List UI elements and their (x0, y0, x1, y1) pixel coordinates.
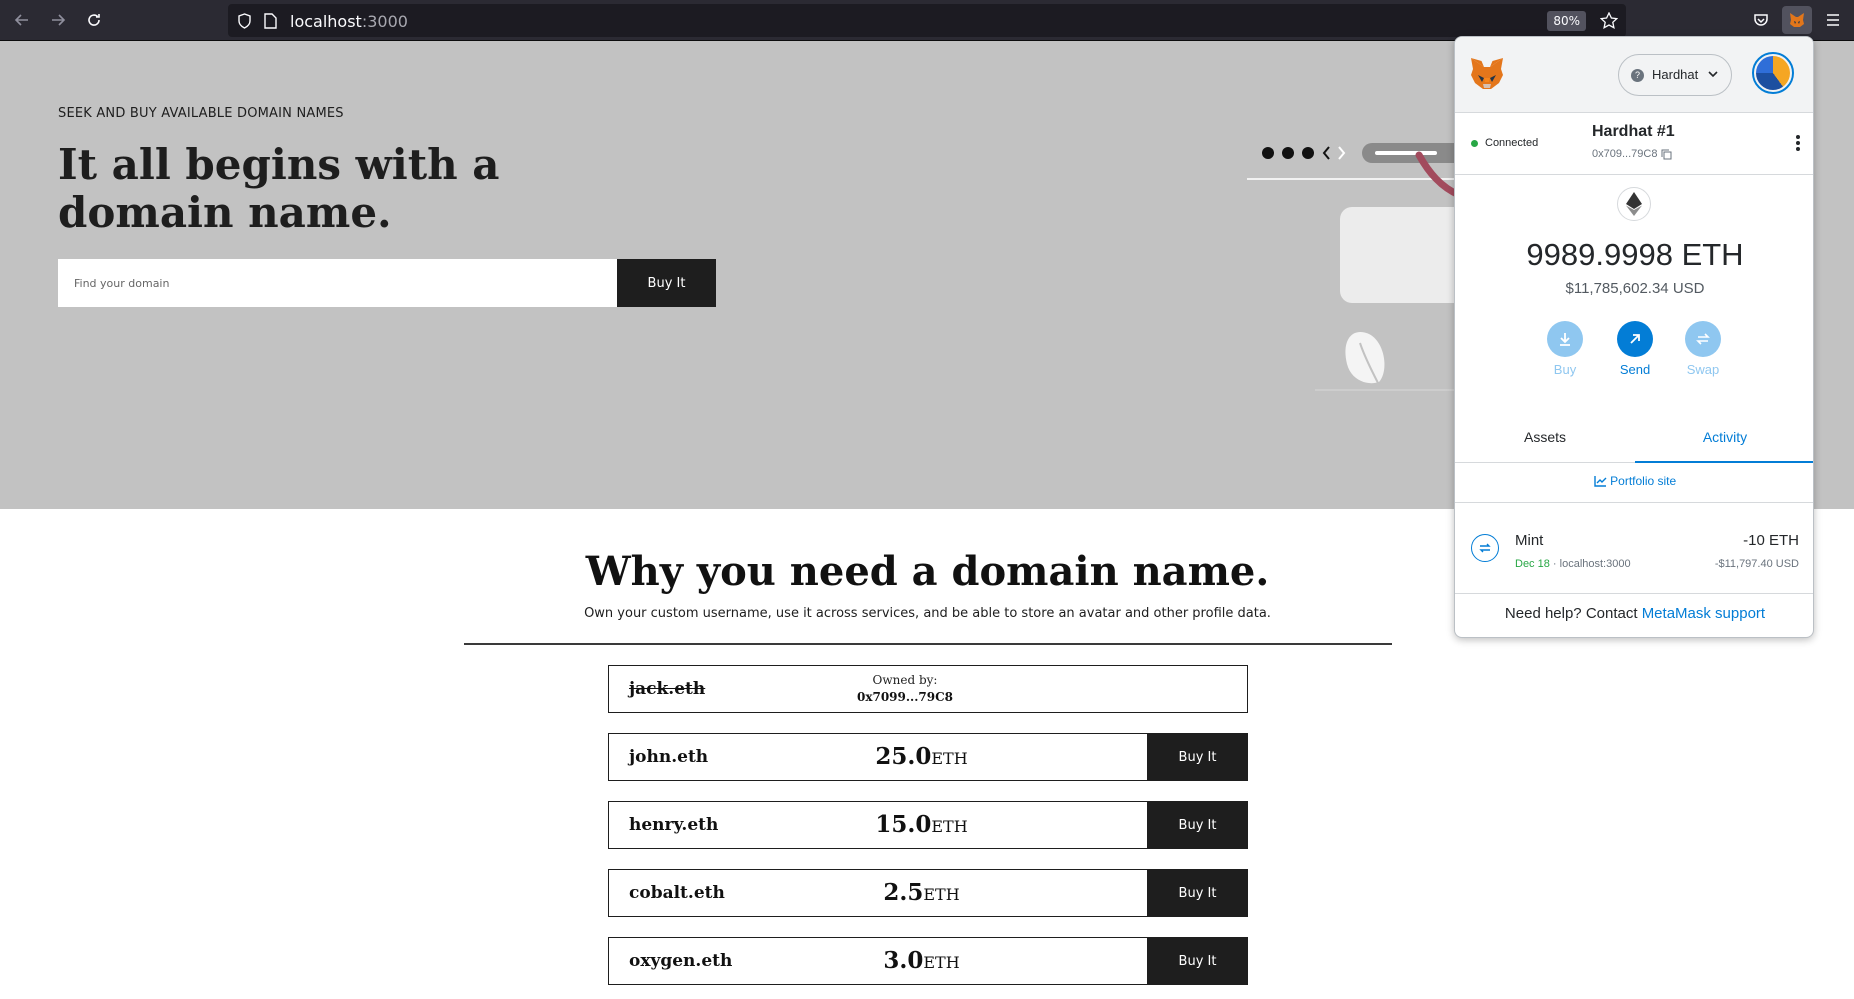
tab-activity[interactable]: Activity (1635, 417, 1813, 463)
transaction-meta: Dec 18 · localhost:3000 (1515, 558, 1631, 570)
buy-action-button[interactable]: Buy (1535, 321, 1595, 377)
domain-name: oxygen.eth (629, 951, 733, 971)
network-label: Hardhat (1652, 67, 1699, 82)
metamask-extension-button[interactable] (1782, 6, 1812, 34)
chart-icon (1594, 475, 1607, 487)
copy-icon (1661, 149, 1671, 160)
url-bar[interactable]: localhost:3000 80% (228, 4, 1626, 37)
transaction-row[interactable]: Mint Dec 18 · localhost:3000 -10 ETH -$1… (1455, 512, 1813, 594)
network-unknown-icon: ? (1631, 69, 1644, 82)
domain-row: john.eth 25.0ETH Buy It (608, 733, 1248, 781)
account-name: Hardhat #1 (1592, 123, 1675, 140)
page-icon (264, 13, 277, 29)
domain-price: 3.0ETH (883, 947, 960, 974)
account-address[interactable]: 0x709...79C8 (1592, 148, 1672, 160)
url-text: localhost:3000 (290, 12, 408, 31)
chevron-down-icon (1708, 71, 1718, 78)
back-button[interactable] (7, 6, 37, 34)
send-action-button[interactable]: Send (1605, 321, 1665, 377)
domain-row: cobalt.eth 2.5ETH Buy It (608, 869, 1248, 917)
pocket-button[interactable] (1746, 6, 1776, 34)
swap-action-label: Swap (1686, 362, 1720, 377)
send-action-label: Send (1619, 362, 1651, 377)
transaction-type-icon (1471, 534, 1499, 562)
domain-row: oxygen.eth 3.0ETH Buy It (608, 937, 1248, 985)
domain-price: 15.0ETH (875, 811, 968, 838)
swap-icon (1696, 333, 1710, 345)
metamask-header: ? Hardhat (1455, 37, 1813, 113)
buy-domain-button[interactable]: Buy It (1147, 869, 1248, 917)
wallet-tabs: Assets Activity (1455, 417, 1813, 463)
download-icon (1560, 333, 1570, 346)
account-options-icon[interactable] (1795, 133, 1801, 153)
shield-icon (238, 13, 251, 29)
ethereum-icon (1626, 192, 1642, 216)
help-footer: Need help? Contact MetaMask support (1504, 605, 1766, 622)
domain-price: 2.5ETH (883, 879, 960, 906)
metamask-logo-icon (1471, 58, 1503, 89)
transaction-amount-usd: -$11,797.40 USD (1714, 558, 1799, 570)
bookmark-star-icon[interactable] (1600, 12, 1618, 29)
network-selector[interactable]: ? Hardhat (1618, 54, 1732, 96)
owned-by-label: Owned by: (872, 673, 938, 687)
domain-name: jack.eth (629, 679, 706, 699)
domain-search-input[interactable] (58, 259, 617, 307)
metamask-fox-icon (1790, 13, 1804, 27)
domain-row: henry.eth 15.0ETH Buy It (608, 801, 1248, 849)
transaction-amount: -10 ETH (1743, 532, 1799, 549)
connected-status-dot (1471, 140, 1478, 147)
interaction-icon (1479, 543, 1491, 553)
reload-icon (88, 14, 100, 26)
domain-name: henry.eth (629, 815, 719, 835)
forward-icon (52, 14, 66, 26)
domain-name: cobalt.eth (629, 883, 725, 903)
domain-row-owned: jack.eth Owned by: 0x7099...79C8 (608, 665, 1248, 713)
send-action-circle (1617, 321, 1653, 357)
usd-balance: $11,785,602.34 USD (1565, 280, 1705, 297)
buy-action-label: Buy (1553, 362, 1577, 377)
swap-action-button[interactable]: Swap (1673, 321, 1733, 377)
why-subtitle: Own your custom username, use it across … (584, 606, 1271, 621)
eth-balance: 9989.9998 ETH (1526, 237, 1744, 272)
send-arrow-icon (1630, 334, 1640, 344)
owner-address: 0x7099...79C8 (856, 690, 954, 704)
pocket-icon (1754, 14, 1768, 26)
metamask-support-link[interactable]: MetaMask support (1642, 605, 1765, 622)
hero-title: It all begins with a domain name. (58, 140, 500, 237)
portfolio-site-link[interactable]: Portfolio site (1455, 473, 1813, 503)
tab-assets[interactable]: Assets (1455, 417, 1635, 463)
buy-domain-button[interactable]: Buy It (1147, 801, 1248, 849)
buy-domain-button[interactable]: Buy It (1147, 937, 1248, 985)
swap-action-circle (1685, 321, 1721, 357)
menu-icon (1827, 14, 1839, 26)
domain-search-form: Buy It (58, 259, 716, 307)
account-avatar[interactable] (1752, 52, 1794, 94)
app-menu-button[interactable] (1818, 6, 1848, 34)
metamask-popup: ? Hardhat Connected Hardhat #1 0x709...7… (1454, 36, 1814, 638)
hero-kicker: SEEK AND BUY AVAILABLE DOMAIN NAMES (58, 106, 344, 121)
buy-domain-button[interactable]: Buy It (1147, 733, 1248, 781)
domain-name: john.eth (629, 747, 709, 767)
back-icon (14, 14, 28, 26)
browser-toolbar: localhost:3000 80% (0, 0, 1854, 41)
section-divider (464, 643, 1392, 645)
domain-price: 25.0ETH (875, 743, 968, 770)
hero-buy-button[interactable]: Buy It (617, 259, 716, 307)
account-bar: Connected Hardhat #1 0x709...79C8 (1455, 113, 1813, 175)
eth-token-icon (1617, 187, 1651, 221)
transaction-title: Mint (1515, 532, 1544, 549)
why-title: Why you need a domain name. (585, 548, 1270, 595)
forward-button[interactable] (43, 6, 73, 34)
connection-status[interactable]: Connected (1485, 137, 1538, 149)
buy-action-circle (1547, 321, 1583, 357)
zoom-level-badge[interactable]: 80% (1547, 11, 1586, 31)
reload-button[interactable] (79, 6, 109, 34)
